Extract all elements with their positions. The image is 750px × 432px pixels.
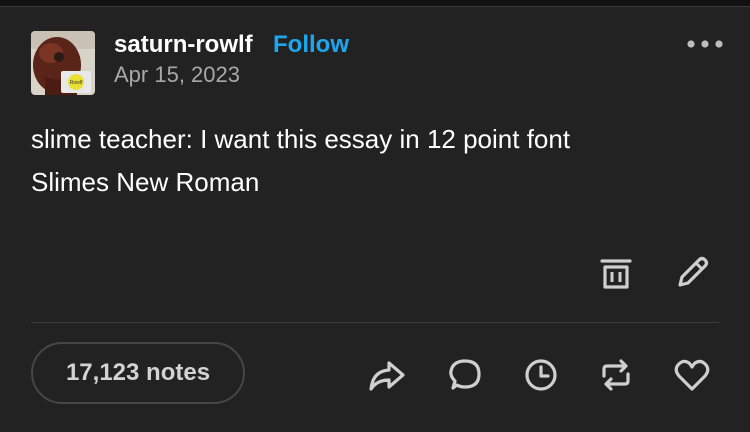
reply-button[interactable] (445, 355, 485, 395)
queue-button[interactable] (521, 355, 561, 395)
avatar[interactable]: Rowlf (31, 31, 95, 95)
share-button[interactable] (367, 355, 407, 395)
post-body-line: Slimes New Roman (31, 167, 260, 197)
delete-button[interactable] (596, 253, 636, 293)
post-body-line: slime teacher: I want this essay in 12 p… (31, 124, 571, 154)
pencil-icon (678, 256, 709, 287)
trash-icon (600, 259, 632, 289)
post-card: Rowlf saturn-rowlf Follow Apr 15, 2023 s… (0, 6, 750, 432)
post-date[interactable]: Apr 15, 2023 (114, 62, 240, 88)
reblog-button[interactable] (596, 355, 636, 395)
heart-icon (674, 359, 710, 391)
speech-bubble-icon (449, 359, 481, 390)
post-body: slime teacher: I want this essay in 12 p… (31, 118, 711, 204)
share-arrow-icon (369, 361, 405, 391)
username[interactable]: saturn-rowlf (114, 31, 253, 59)
clock-icon (525, 359, 557, 391)
follow-button[interactable]: Follow (273, 31, 349, 59)
avatar-badge-text: Rowlf (70, 80, 83, 86)
edit-button[interactable] (672, 253, 712, 293)
reblog-icon (602, 359, 630, 391)
more-horizontal-icon (687, 40, 723, 48)
more-options-button[interactable] (683, 35, 727, 55)
divider (31, 322, 719, 323)
like-button[interactable] (672, 355, 712, 395)
notes-count-button[interactable]: 17,123 notes (31, 342, 245, 404)
